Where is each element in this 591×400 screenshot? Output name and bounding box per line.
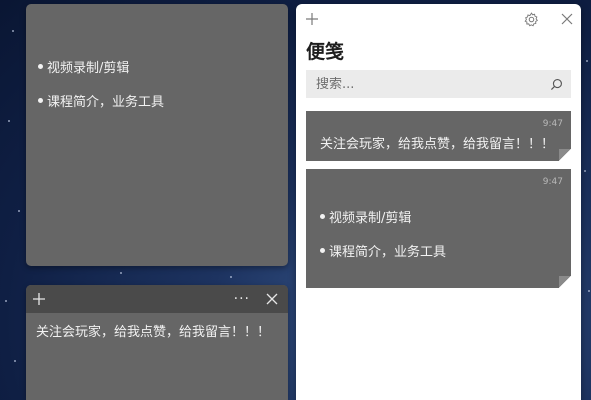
sticky-note-window[interactable]: 视频录制/剪辑 课程简介，业务工具: [26, 4, 288, 266]
sticky-note-window[interactable]: ··· 关注会玩家，给我点赞，给我留言！！！: [26, 285, 288, 400]
bullet-icon: [38, 63, 43, 69]
list-item: 课程简介，业务工具: [320, 241, 447, 260]
more-options-icon[interactable]: ···: [234, 292, 250, 306]
page-title: 便笺: [306, 41, 345, 63]
page-fold-icon: [559, 149, 571, 161]
sticky-notes-list-panel: 便笺 9:47 关注会玩家，给我点赞，给我留言！！！ 9:47 视频录制/剪辑 …: [296, 4, 581, 400]
plus-icon[interactable]: [305, 12, 319, 26]
note-card-text: 关注会玩家，给我点赞，给我留言！！！: [320, 137, 555, 152]
panel-toolbar: [296, 4, 581, 34]
search-icon[interactable]: [550, 78, 563, 91]
page-fold-icon: [559, 276, 571, 288]
note-card[interactable]: 9:47 关注会玩家，给我点赞，给我留言！！！: [306, 111, 571, 161]
gear-icon[interactable]: [524, 11, 539, 27]
list-item: 课程简介，业务工具: [38, 91, 276, 110]
bullet-icon: [38, 97, 43, 103]
list-item-text: 课程简介，业务工具: [47, 94, 165, 110]
close-icon[interactable]: [266, 293, 278, 305]
bullet-icon: [320, 213, 325, 219]
sticky-note-content[interactable]: 视频录制/剪辑 课程简介，业务工具: [26, 4, 288, 110]
list-item: 视频录制/剪辑: [320, 207, 446, 226]
list-item-text: 视频录制/剪辑: [47, 60, 130, 76]
close-icon[interactable]: [561, 13, 573, 25]
note-timestamp: 9:47: [542, 119, 563, 129]
sticky-note-content[interactable]: 关注会玩家，给我点赞，给我留言！！！: [26, 313, 288, 348]
note-timestamp: 9:47: [542, 177, 563, 187]
search-bar[interactable]: [306, 70, 571, 98]
list-item-text: 课程简介，业务工具: [329, 244, 447, 260]
plus-icon[interactable]: [32, 292, 46, 306]
note-title-bar[interactable]: ···: [26, 285, 288, 313]
bullet-icon: [320, 247, 325, 253]
note-card-content: 视频录制/剪辑 课程简介，业务工具: [320, 207, 446, 275]
search-input[interactable]: [316, 76, 516, 92]
note-card[interactable]: 9:47 视频录制/剪辑 课程简介，业务工具: [306, 169, 571, 288]
list-item: 视频录制/剪辑: [38, 57, 276, 76]
list-item-text: 视频录制/剪辑: [329, 210, 412, 226]
